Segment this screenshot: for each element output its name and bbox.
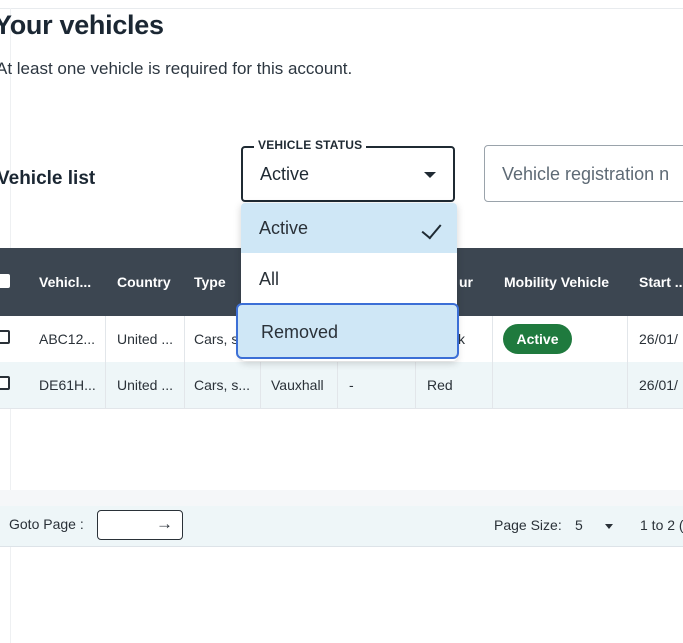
page-size-label: Page Size: [494,517,562,533]
vehicle-status-value: Active [260,164,310,184]
cell-country: United ... [117,377,174,393]
cell-divider [492,316,493,362]
cell-divider [105,316,106,362]
row-checkbox-icon[interactable] [0,330,10,344]
chevron-down-icon[interactable] [605,524,613,529]
check-icon [421,218,442,240]
status-option-label: Removed [261,322,339,342]
cell-divider [105,362,106,408]
status-option-all[interactable]: All [241,254,457,304]
cell-divider [337,362,338,408]
vehicle-status-select[interactable]: VEHICLE STATUS Active [241,138,455,202]
column-header-country[interactable]: Country [117,248,171,316]
cell-divider [415,362,416,408]
status-option-label: Active [259,218,309,238]
cell-make: Vauxhall [271,377,324,393]
cell-colour: Red [427,377,453,393]
column-header-colour[interactable]: ur [459,248,473,316]
page-title: Your vehicles [0,10,164,40]
select-all-checkbox-icon[interactable] [0,274,10,288]
cell-type: Cars, s... [194,377,251,393]
table-spacer [0,490,683,506]
goto-page-label: Goto Page : [9,516,84,532]
goto-page-input[interactable]: → [97,510,183,540]
top-divider [0,8,683,9]
column-header-type[interactable]: Type [194,248,226,316]
status-option-removed[interactable]: Removed [236,303,459,359]
cell-divider [260,362,261,408]
page-range-text: 1 to 2 ( [640,517,683,533]
page-size-select[interactable]: 5 [575,517,583,533]
cell-country: United ... [117,331,174,347]
cell-divider [627,316,628,362]
cell-divider [184,316,185,362]
cell-start-date: 26/01/ [639,331,678,347]
cell-colour: k [458,331,465,347]
cell-divider [492,362,493,408]
pagination-bar: Goto Page : → Page Size: 5 1 to 2 ( [0,506,683,547]
page-subtitle: At least one vehicle is required for thi… [0,59,353,78]
cell-type: Cars, s [194,331,239,347]
status-option-label: All [259,269,280,289]
column-header-mobility-vehicle[interactable]: Mobility Vehicle [504,248,609,316]
cell-registration: ABC12... [39,331,96,347]
vehicle-list-heading: Vehicle list [0,168,96,189]
column-header-start[interactable]: Start ... [639,248,683,316]
status-badge: Active [503,324,572,354]
search-placeholder: Vehicle registration n [502,164,670,184]
cell-divider [627,362,628,408]
cell-registration: DE61H... [39,377,96,393]
column-header-vehicle[interactable]: Vehicl... [39,248,91,316]
row-checkbox-icon[interactable] [0,376,10,390]
vehicle-registration-search[interactable]: Vehicle registration n [484,145,683,202]
arrow-right-icon[interactable]: → [156,514,173,534]
table-row[interactable]: DE61H... United ... Cars, s... Vauxhall … [0,362,683,409]
vehicle-status-label: VEHICLE STATUS [254,138,367,152]
vehicle-status-menu: Active All Removed [236,203,459,361]
chevron-down-icon [424,172,436,178]
cell-start-date: 26/01/ [639,377,678,393]
status-option-active[interactable]: Active [241,203,457,253]
cell-model: - [349,377,354,393]
cell-divider [184,362,185,408]
